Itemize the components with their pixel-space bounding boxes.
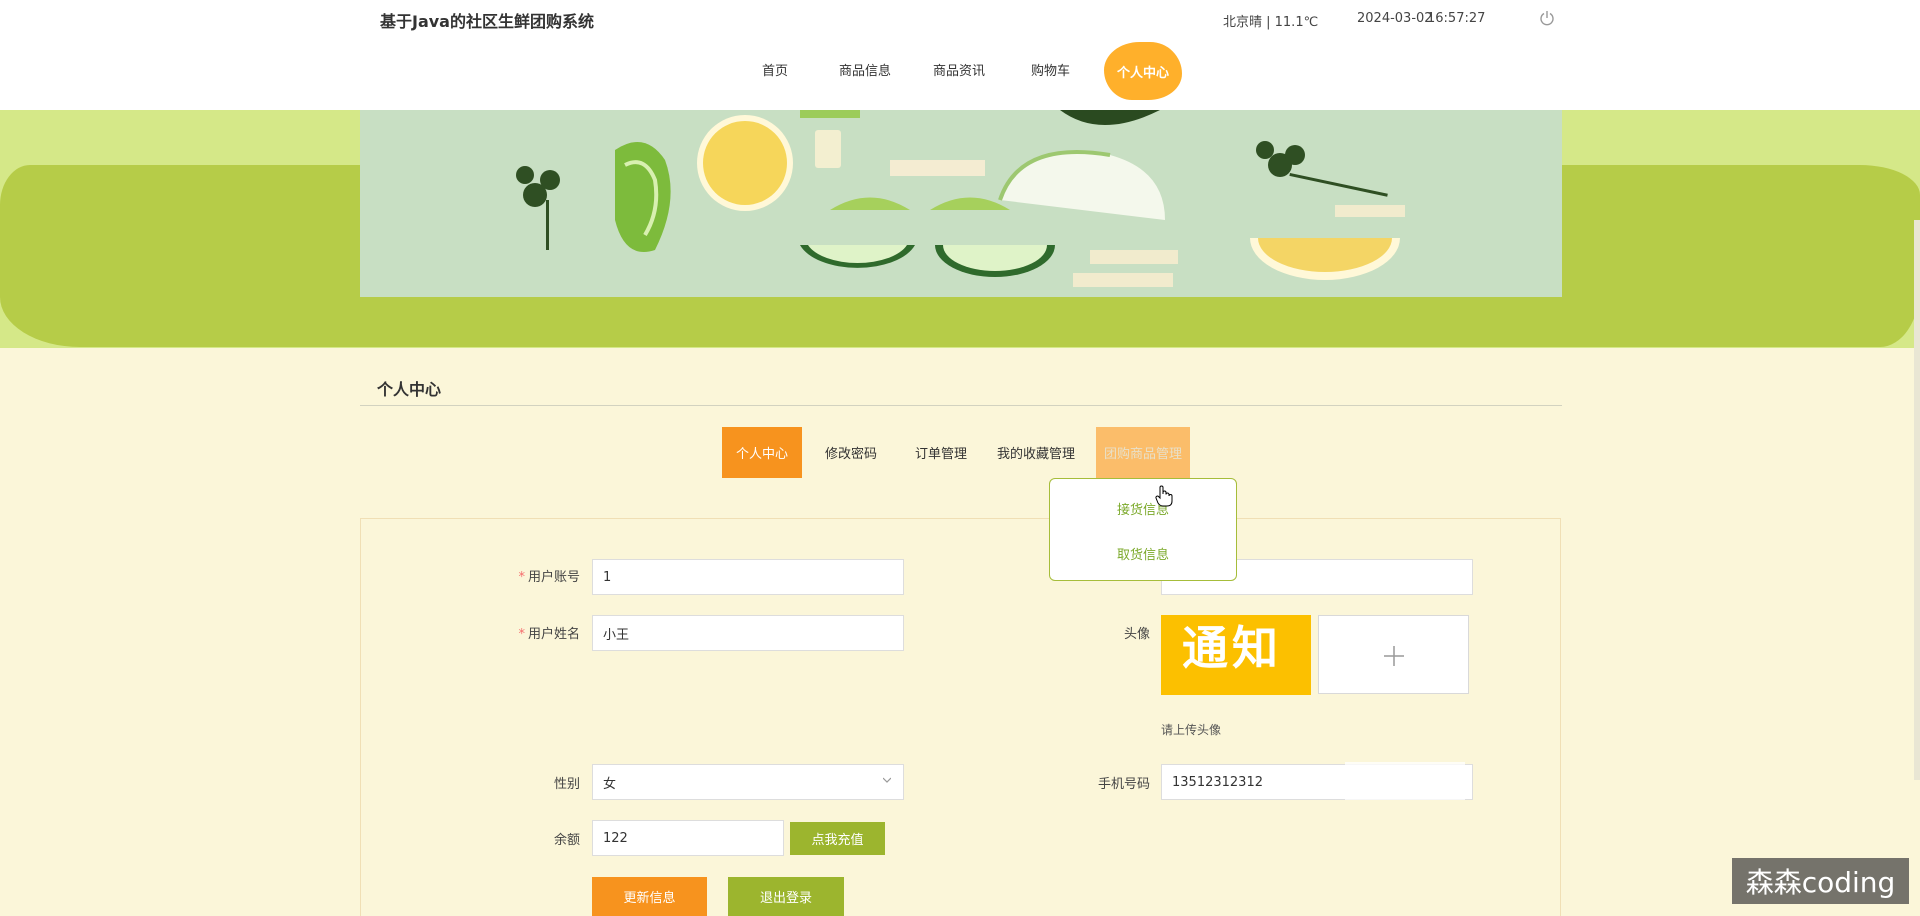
- hand-cursor-icon: [1155, 485, 1173, 507]
- account-input[interactable]: 1: [592, 559, 904, 595]
- current-date: 2024-03-02: [1357, 11, 1433, 26]
- avatar-label: 头像: [1123, 627, 1150, 642]
- tab-order-management[interactable]: 订单管理: [900, 427, 982, 478]
- phone-label: 手机号码: [1097, 777, 1150, 792]
- name-input[interactable]: 小王: [592, 615, 904, 651]
- tab-group-buy-products[interactable]: 团购商品管理: [1096, 427, 1190, 478]
- account-label: * 用户账号: [518, 570, 580, 585]
- nav-item-personal-center[interactable]: 个人中心: [1104, 42, 1182, 100]
- weather-info: 北京晴 | 11.1℃: [1223, 15, 1319, 30]
- watermark: 森森coding: [1732, 858, 1909, 904]
- plus-icon: [1384, 646, 1404, 666]
- scrollbar[interactable]: [1914, 220, 1920, 780]
- tab-change-password[interactable]: 修改密码: [810, 427, 892, 478]
- nav-item-cart[interactable]: 购物车: [1031, 60, 1070, 79]
- dropdown-item-pickup-info[interactable]: 取货信息: [1050, 544, 1236, 563]
- gender-label: 性别: [553, 777, 580, 792]
- nav-item-products[interactable]: 商品信息: [839, 60, 891, 79]
- upload-hint: 请上传头像: [1161, 723, 1222, 737]
- avatar-image: 通知: [1161, 615, 1311, 695]
- update-info-button[interactable]: 更新信息: [592, 877, 707, 916]
- tab-favorites[interactable]: 我的收藏管理: [990, 427, 1082, 478]
- name-label: * 用户姓名: [518, 627, 580, 642]
- current-time: 16:57:27: [1427, 11, 1486, 26]
- section-title: 个人中心: [377, 380, 442, 399]
- group-buy-dropdown: 接货信息 取货信息: [1049, 478, 1237, 581]
- main-nav: 首页 商品信息 商品资讯 购物车: [0, 48, 1920, 88]
- power-icon[interactable]: [1539, 10, 1555, 26]
- balance-label: 余额: [553, 833, 580, 848]
- nav-item-home[interactable]: 首页: [762, 60, 788, 79]
- nav-item-news[interactable]: 商品资讯: [933, 60, 985, 79]
- top-header: 基于Java的社区生鲜团购系统 北京晴 | 11.1℃ 2024-03-02 1…: [0, 0, 1920, 110]
- logout-button[interactable]: 退出登录: [728, 877, 844, 916]
- site-title: 基于Java的社区生鲜团购系统: [380, 12, 594, 31]
- gender-select[interactable]: 女: [592, 764, 904, 800]
- chevron-down-icon: [883, 777, 891, 783]
- banner: [0, 110, 1920, 348]
- balance-input[interactable]: 122: [592, 820, 784, 856]
- recharge-button[interactable]: 点我充值: [790, 822, 885, 855]
- banner-image: [360, 110, 1562, 297]
- avatar-upload-button[interactable]: [1318, 615, 1469, 694]
- tab-personal-center[interactable]: 个人中心: [722, 427, 802, 478]
- blur-overlay: [1345, 762, 1465, 800]
- dropdown-item-receive-info[interactable]: 接货信息: [1050, 499, 1236, 518]
- section-divider: [360, 405, 1562, 406]
